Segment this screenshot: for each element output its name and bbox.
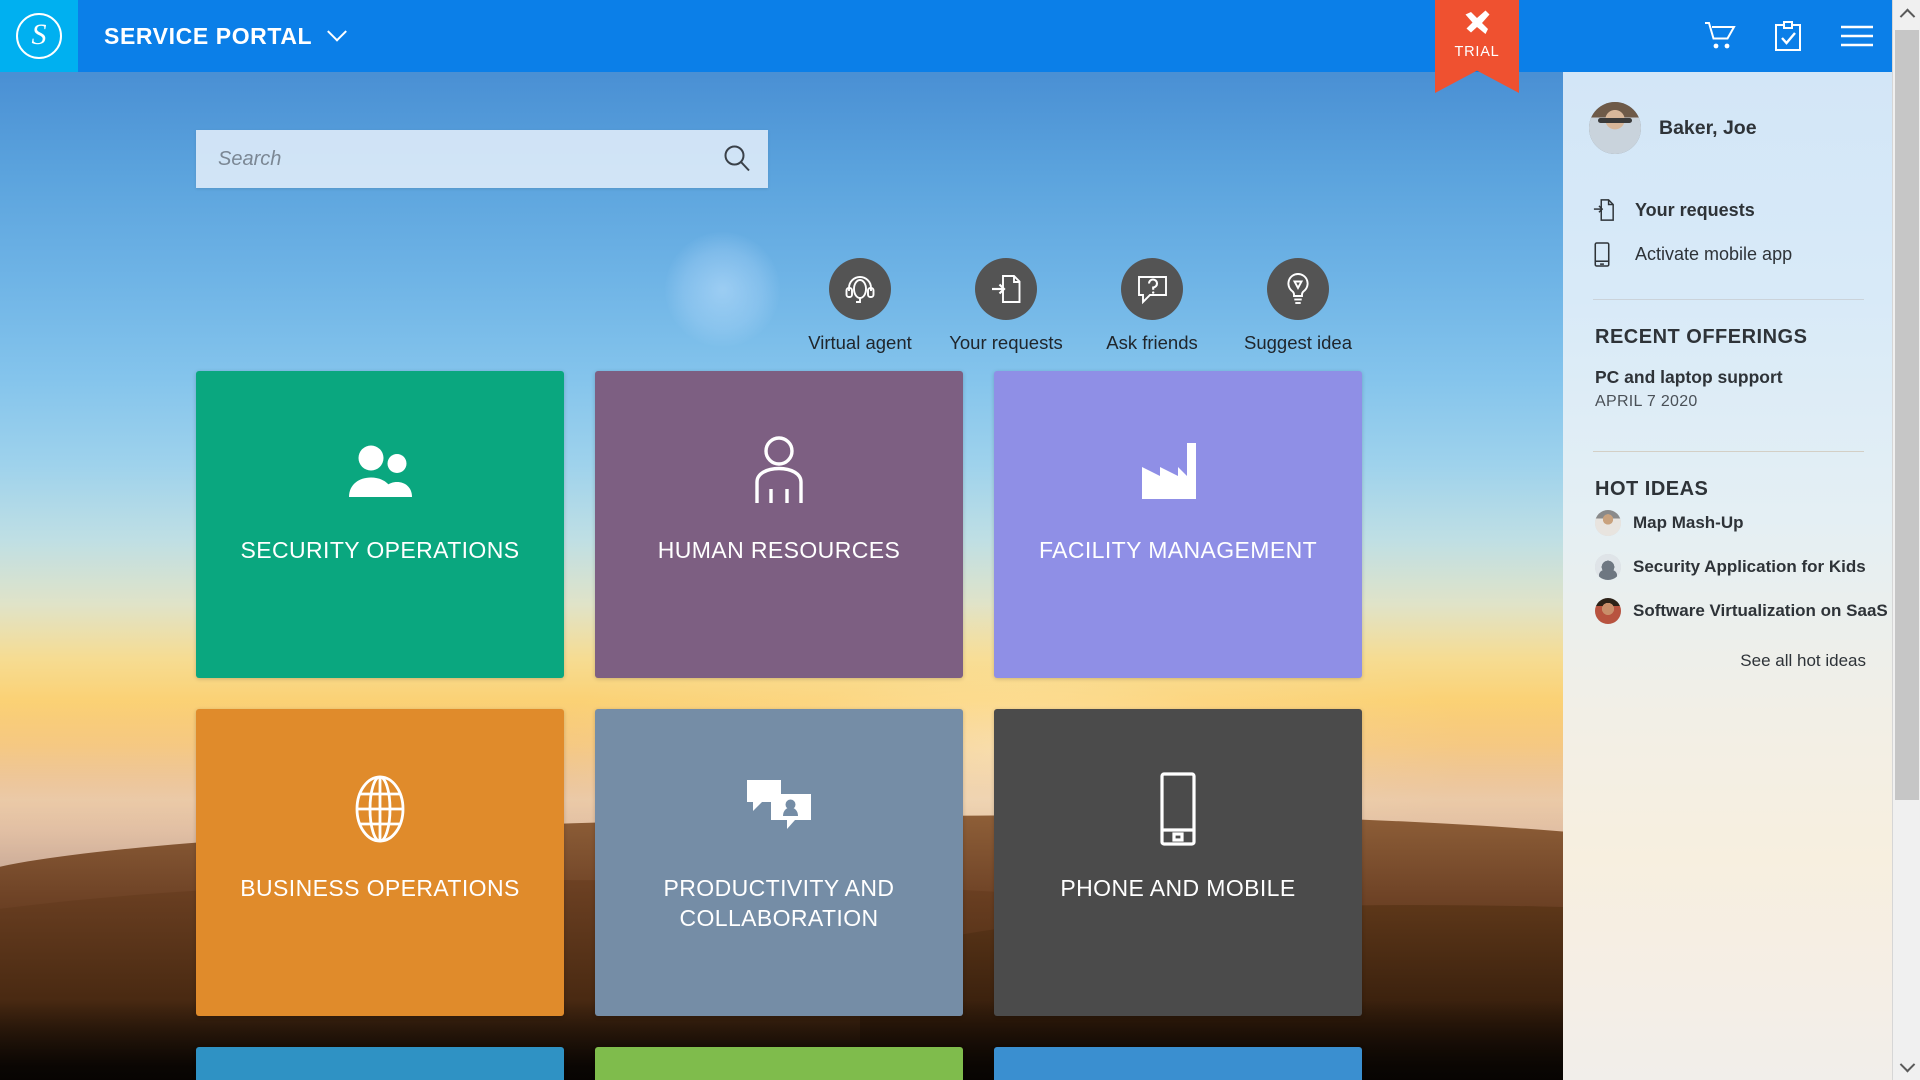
quick-action-virtual-agent[interactable]: Virtual agent [800,258,920,354]
tile-facility-management[interactable]: FACILITY MANAGEMENT [994,371,1362,678]
right-sidebar: Baker, Joe Your requests Activate mobile… [1563,72,1892,1080]
clipboard-check-icon[interactable] [1774,20,1802,52]
service-now-logo-icon: S [16,13,62,59]
quick-action-label: Suggest idea [1243,332,1352,353]
hamburger-menu-icon[interactable] [1840,24,1874,48]
search-icon [722,143,752,176]
factory-icon [1140,411,1216,531]
sidebar-user-block[interactable]: Baker, Joe [1563,72,1892,154]
lightbulb-icon [1267,258,1329,320]
sidebar-item-your-requests[interactable]: Your requests [1563,188,1892,232]
avatar [1595,554,1621,580]
tile-productivity-collaboration[interactable]: PRODUCTIVITY AND COLLABORATION [595,709,963,1016]
scrollbar-up-arrow[interactable] [1893,0,1920,26]
cart-icon[interactable] [1704,21,1736,51]
quick-action-label: Ask friends [1106,332,1198,353]
hot-idea-title: Software Virtualization on SaaS [1633,601,1888,620]
page-scrollbar[interactable] [1892,0,1920,1080]
person-outline-icon [747,411,811,531]
hot-idea-title: Map Mash-Up [1633,513,1744,532]
mobile-phone-icon [1593,242,1623,267]
chat-bubbles-person-icon [745,749,813,869]
headset-agent-icon [829,258,891,320]
tile-human-resources[interactable]: HUMAN RESOURCES [595,371,963,678]
tile-row3-first[interactable] [196,1047,564,1080]
recent-offering-date: APRIL 7 2020 [1595,393,1698,410]
hot-idea-item[interactable]: Map Mash-Up [1563,501,1892,545]
sidebar-links: Your requests Activate mobile app [1563,188,1892,277]
question-bubble-icon [1121,258,1183,320]
globe-icon [349,749,411,869]
recent-offerings-heading: RECENT OFFERINGS [1595,326,1808,348]
quick-action-ask-friends[interactable]: Ask friends [1092,258,1212,354]
tile-phone-and-mobile[interactable]: PHONE AND MOBILE [994,709,1362,1016]
quick-action-your-requests[interactable]: Your requests [946,258,1066,354]
avatar [1595,598,1621,624]
tile-business-operations[interactable]: BUSINESS OPERATIONS [196,709,564,1016]
tile-label: PHONE AND MOBILE [1060,875,1296,901]
avatar [1595,510,1621,536]
recent-offering-title[interactable]: PC and laptop support [1563,349,1892,388]
chevron-down-icon [1899,1056,1915,1072]
airplane-icon [1462,8,1492,41]
search-bar[interactable] [196,130,768,188]
scrollbar-track[interactable] [1893,800,1920,1054]
service-portal-page: S SERVICE PORTAL TRIAL Search Virtual ag… [0,0,1920,1080]
tile-row3-second[interactable] [595,1047,963,1080]
see-all-hot-ideas-link[interactable]: See all hot ideas [1563,633,1892,671]
tile-label: PRODUCTIVITY AND COLLABORATION [663,875,895,932]
mobile-phone-icon [1156,749,1200,869]
chevron-down-icon[interactable] [327,21,348,42]
chevron-up-icon [1899,8,1915,24]
recent-offering-item[interactable]: PC and laptop support APRIL 7 2020 [1563,349,1892,411]
quick-action-suggest-idea[interactable]: Suggest idea [1238,258,1358,354]
hot-ideas-heading: HOT IDEAS [1595,478,1709,500]
trial-label: TRIAL [1454,44,1500,60]
document-arrow-icon [1593,198,1623,222]
logo-container[interactable]: S [0,0,78,72]
sidebar-link-label: Your requests [1635,199,1755,220]
hot-idea-item[interactable]: Security Application for Kids [1563,545,1892,589]
tile-label: FACILITY MANAGEMENT [1038,537,1318,563]
search-button[interactable] [706,130,768,188]
sidebar-link-label: Activate mobile app [1635,244,1793,264]
lens-flare-decoration [665,232,780,347]
top-navigation-bar: S SERVICE PORTAL [0,0,1920,72]
user-name: Baker, Joe [1659,116,1757,139]
hot-idea-item[interactable]: Software Virtualization on SaaS [1563,589,1892,633]
topbar-icon-group [1704,20,1874,52]
scrollbar-down-arrow[interactable] [1893,1054,1920,1080]
category-tile-grid: SECURITY OPERATIONS HUMAN RESOURCES FACI… [196,371,1366,1080]
brand-title: SERVICE PORTAL [104,22,313,49]
tile-label: SECURITY OPERATIONS [240,537,520,563]
tile-row3-third[interactable] [994,1047,1362,1080]
avatar [1589,102,1641,154]
quick-action-label: Your requests [949,332,1063,353]
sidebar-item-activate-mobile-app[interactable]: Activate mobile app [1563,232,1892,277]
tile-label: HUMAN RESOURCES [657,537,901,563]
tile-security-operations[interactable]: SECURITY OPERATIONS [196,371,564,678]
quick-actions-row: Virtual agent Your requests Ask friends … [800,258,1358,354]
tile-label: BUSINESS OPERATIONS [240,875,520,901]
document-arrow-icon [975,258,1037,320]
hot-idea-title: Security Application for Kids [1633,557,1866,576]
quick-action-label: Virtual agent [808,332,912,353]
search-input[interactable] [196,147,706,171]
scrollbar-thumb[interactable] [1895,30,1919,800]
two-people-icon [344,411,416,531]
